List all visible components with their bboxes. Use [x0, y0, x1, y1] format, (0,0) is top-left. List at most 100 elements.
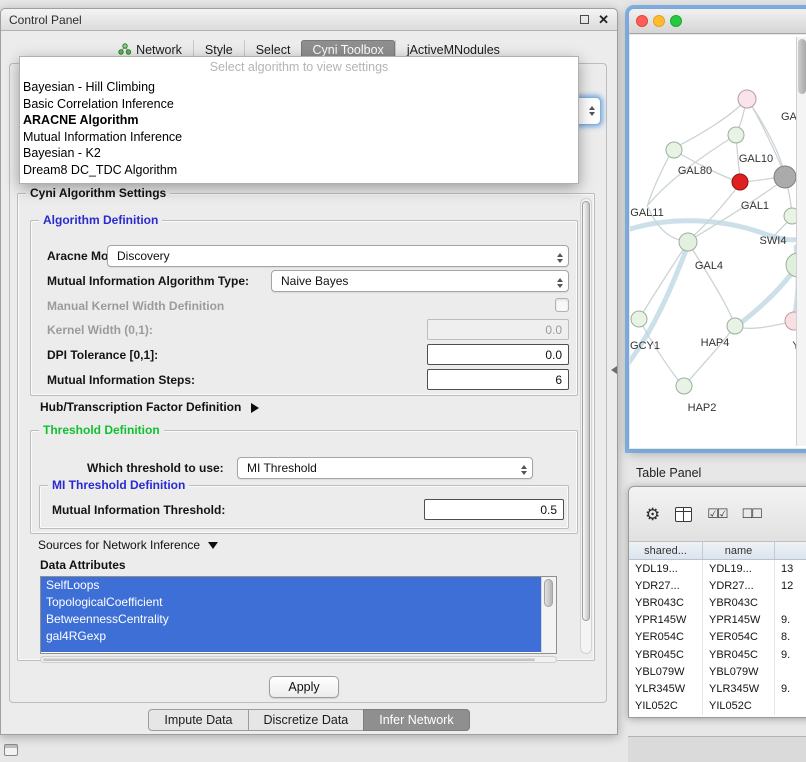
gear-icon[interactable]: ⚙: [645, 506, 660, 523]
minimized-window-icon[interactable]: [4, 744, 18, 756]
mi-type-select[interactable]: Naive Bayes: [271, 270, 569, 292]
bottom-tab-infer-network[interactable]: Infer Network: [363, 709, 469, 731]
table-row[interactable]: YBR043CYBR043C: [629, 594, 806, 611]
attribute-list-hscrollbar[interactable]: [40, 656, 557, 663]
scrollbar-thumb[interactable]: [582, 201, 590, 621]
algorithm-definition-group: Algorithm Definition Aracne Mode: Discov…: [30, 220, 578, 396]
deselect-all-icon[interactable]: ☐☐: [742, 506, 761, 522]
which-threshold-label: Which threshold to use:: [87, 461, 224, 475]
table-cell: [775, 698, 806, 715]
sources-section-toggle[interactable]: Sources for Network Inference: [38, 538, 218, 552]
hub-section-label: Hub/Transcription Factor Definition: [40, 400, 241, 414]
network-edge[interactable]: [640, 321, 681, 384]
bottom-tab-impute-data[interactable]: Impute Data: [148, 709, 248, 731]
node-label: SWI4: [760, 235, 787, 247]
network-node[interactable]: [728, 127, 744, 143]
close-traffic-icon[interactable]: [636, 15, 648, 27]
attribute-item[interactable]: BetweennessCentrality: [41, 611, 541, 628]
table-row[interactable]: YBR045CYBR045C9.: [629, 646, 806, 663]
table-row[interactable]: YPR145WYPR145W9.: [629, 612, 806, 629]
table-cell: YER054C: [703, 629, 775, 646]
table-row[interactable]: YDL19...YDL19...13: [629, 560, 806, 577]
minimize-traffic-icon[interactable]: [653, 15, 665, 27]
attribute-item-partial[interactable]: [41, 645, 541, 652]
node-label: GAL11: [630, 207, 663, 219]
table-row[interactable]: YDR27...YDR27...12: [629, 577, 806, 594]
settings-scrollbar[interactable]: [580, 198, 592, 654]
table-cell: YDR27...: [629, 577, 703, 594]
algorithm-option-bayesian-k2[interactable]: Bayesian - K2: [20, 145, 578, 162]
mi-steps-field[interactable]: [427, 369, 569, 390]
data-attributes-label: Data Attributes: [40, 558, 126, 572]
scrollbar-thumb[interactable]: [798, 39, 806, 94]
desktop: Control Panel ✕ NetworkStyleSelectCyni T…: [0, 0, 806, 762]
network-canvas[interactable]: GAL80GAL10GAL11GAL1SWI4GAL4GCY1HAP4HAP2G…: [630, 35, 800, 448]
network-canvas-area[interactable]: GAL80GAL10GAL11GAL1SWI4GAL4GCY1HAP4HAP2G…: [630, 35, 806, 448]
network-node[interactable]: [666, 142, 682, 158]
table-row[interactable]: YBL079WYBL079W: [629, 663, 806, 680]
scrollbar-thumb[interactable]: [43, 658, 535, 661]
splitter-collapse-icon[interactable]: [611, 366, 617, 374]
close-window-icon[interactable]: ✕: [598, 13, 609, 26]
algorithm-option-aracne-algorithm[interactable]: ARACNE Algorithm: [20, 112, 578, 129]
algorithm-option-dream8-dc-tdc-algorithm[interactable]: Dream8 DC_TDC Algorithm: [20, 162, 578, 179]
attribute-item[interactable]: TopologicalCoefficient: [41, 594, 541, 611]
network-edge[interactable]: [688, 242, 734, 323]
table-cell: 12: [775, 577, 806, 594]
algorithm-option-basic-correlation-inference[interactable]: Basic Correlation Inference: [20, 96, 578, 113]
attribute-item[interactable]: SelfLoops: [41, 577, 541, 594]
table-cell: 9.: [775, 680, 806, 697]
table-row[interactable]: YLR345WYLR345W9.: [629, 680, 806, 697]
table-cell: YBR045C: [703, 646, 775, 663]
column-header[interactable]: shared...: [629, 542, 703, 559]
which-threshold-select[interactable]: MI Threshold: [237, 457, 533, 479]
aracne-mode-select[interactable]: Discovery: [107, 245, 569, 267]
select-all-icon[interactable]: ☑☑: [707, 506, 726, 522]
network-window-titlebar[interactable]: [629, 9, 806, 34]
scrollbar-thumb[interactable]: [544, 579, 553, 607]
algorithm-definition-title: Algorithm Definition: [39, 213, 162, 227]
columns-icon[interactable]: [675, 507, 692, 522]
network-node[interactable]: [676, 378, 692, 394]
tab-label: Select: [256, 43, 291, 57]
network-node[interactable]: [727, 318, 743, 334]
column-header[interactable]: name: [703, 542, 775, 559]
algorithm-popup: Select algorithm to view settings Bayesi…: [19, 56, 579, 184]
table-row[interactable]: YER054CYER054C8.: [629, 629, 806, 646]
table-cell: 9.: [775, 612, 806, 629]
kernel-width-field[interactable]: [427, 319, 569, 340]
attribute-list-scrollbar[interactable]: [541, 577, 556, 653]
attribute-item[interactable]: gal4RGexp: [41, 628, 541, 645]
algorithm-option-bayesian-hill-climbing[interactable]: Bayesian - Hill Climbing: [20, 79, 578, 96]
float-window-icon[interactable]: [580, 15, 589, 24]
table-cell: YLR345W: [629, 680, 703, 697]
network-node[interactable]: [774, 166, 796, 188]
mi-threshold-label: Mutual Information Threshold:: [52, 503, 225, 517]
table-cell: YDL19...: [629, 560, 703, 577]
table-header: shared...name: [629, 542, 806, 560]
table-row[interactable]: YIL052CYIL052C: [629, 698, 806, 715]
zoom-traffic-icon[interactable]: [670, 15, 682, 27]
table-cell: 9.: [775, 646, 806, 663]
bottom-tab-discretize-data[interactable]: Discretize Data: [248, 709, 365, 731]
attribute-list[interactable]: SelfLoopsTopologicalCoefficientBetweenne…: [40, 576, 557, 654]
control-panel-titlebar[interactable]: Control Panel ✕: [1, 9, 617, 31]
dpi-tolerance-field[interactable]: [427, 344, 569, 365]
mi-threshold-field[interactable]: [424, 499, 564, 520]
manual-kernel-checkbox[interactable]: [555, 298, 569, 312]
network-edge[interactable]: [737, 322, 792, 328]
table-cell: YBR045C: [629, 646, 703, 663]
hub-section-toggle[interactable]: Hub/Transcription Factor Definition: [40, 400, 259, 414]
network-node[interactable]: [738, 90, 756, 108]
network-node[interactable]: [631, 311, 647, 327]
expand-down-icon: [208, 542, 218, 549]
network-node[interactable]: [679, 233, 697, 251]
network-edge[interactable]: [690, 184, 740, 239]
apply-button[interactable]: Apply: [269, 676, 339, 698]
network-vertical-scrollbar[interactable]: [796, 37, 806, 446]
network-node[interactable]: [732, 174, 748, 190]
algorithm-option-mutual-information-inference[interactable]: Mutual Information Inference: [20, 129, 578, 146]
network-edge[interactable]: [687, 327, 734, 383]
column-header[interactable]: [775, 542, 806, 559]
network-edge[interactable]: [647, 150, 672, 207]
